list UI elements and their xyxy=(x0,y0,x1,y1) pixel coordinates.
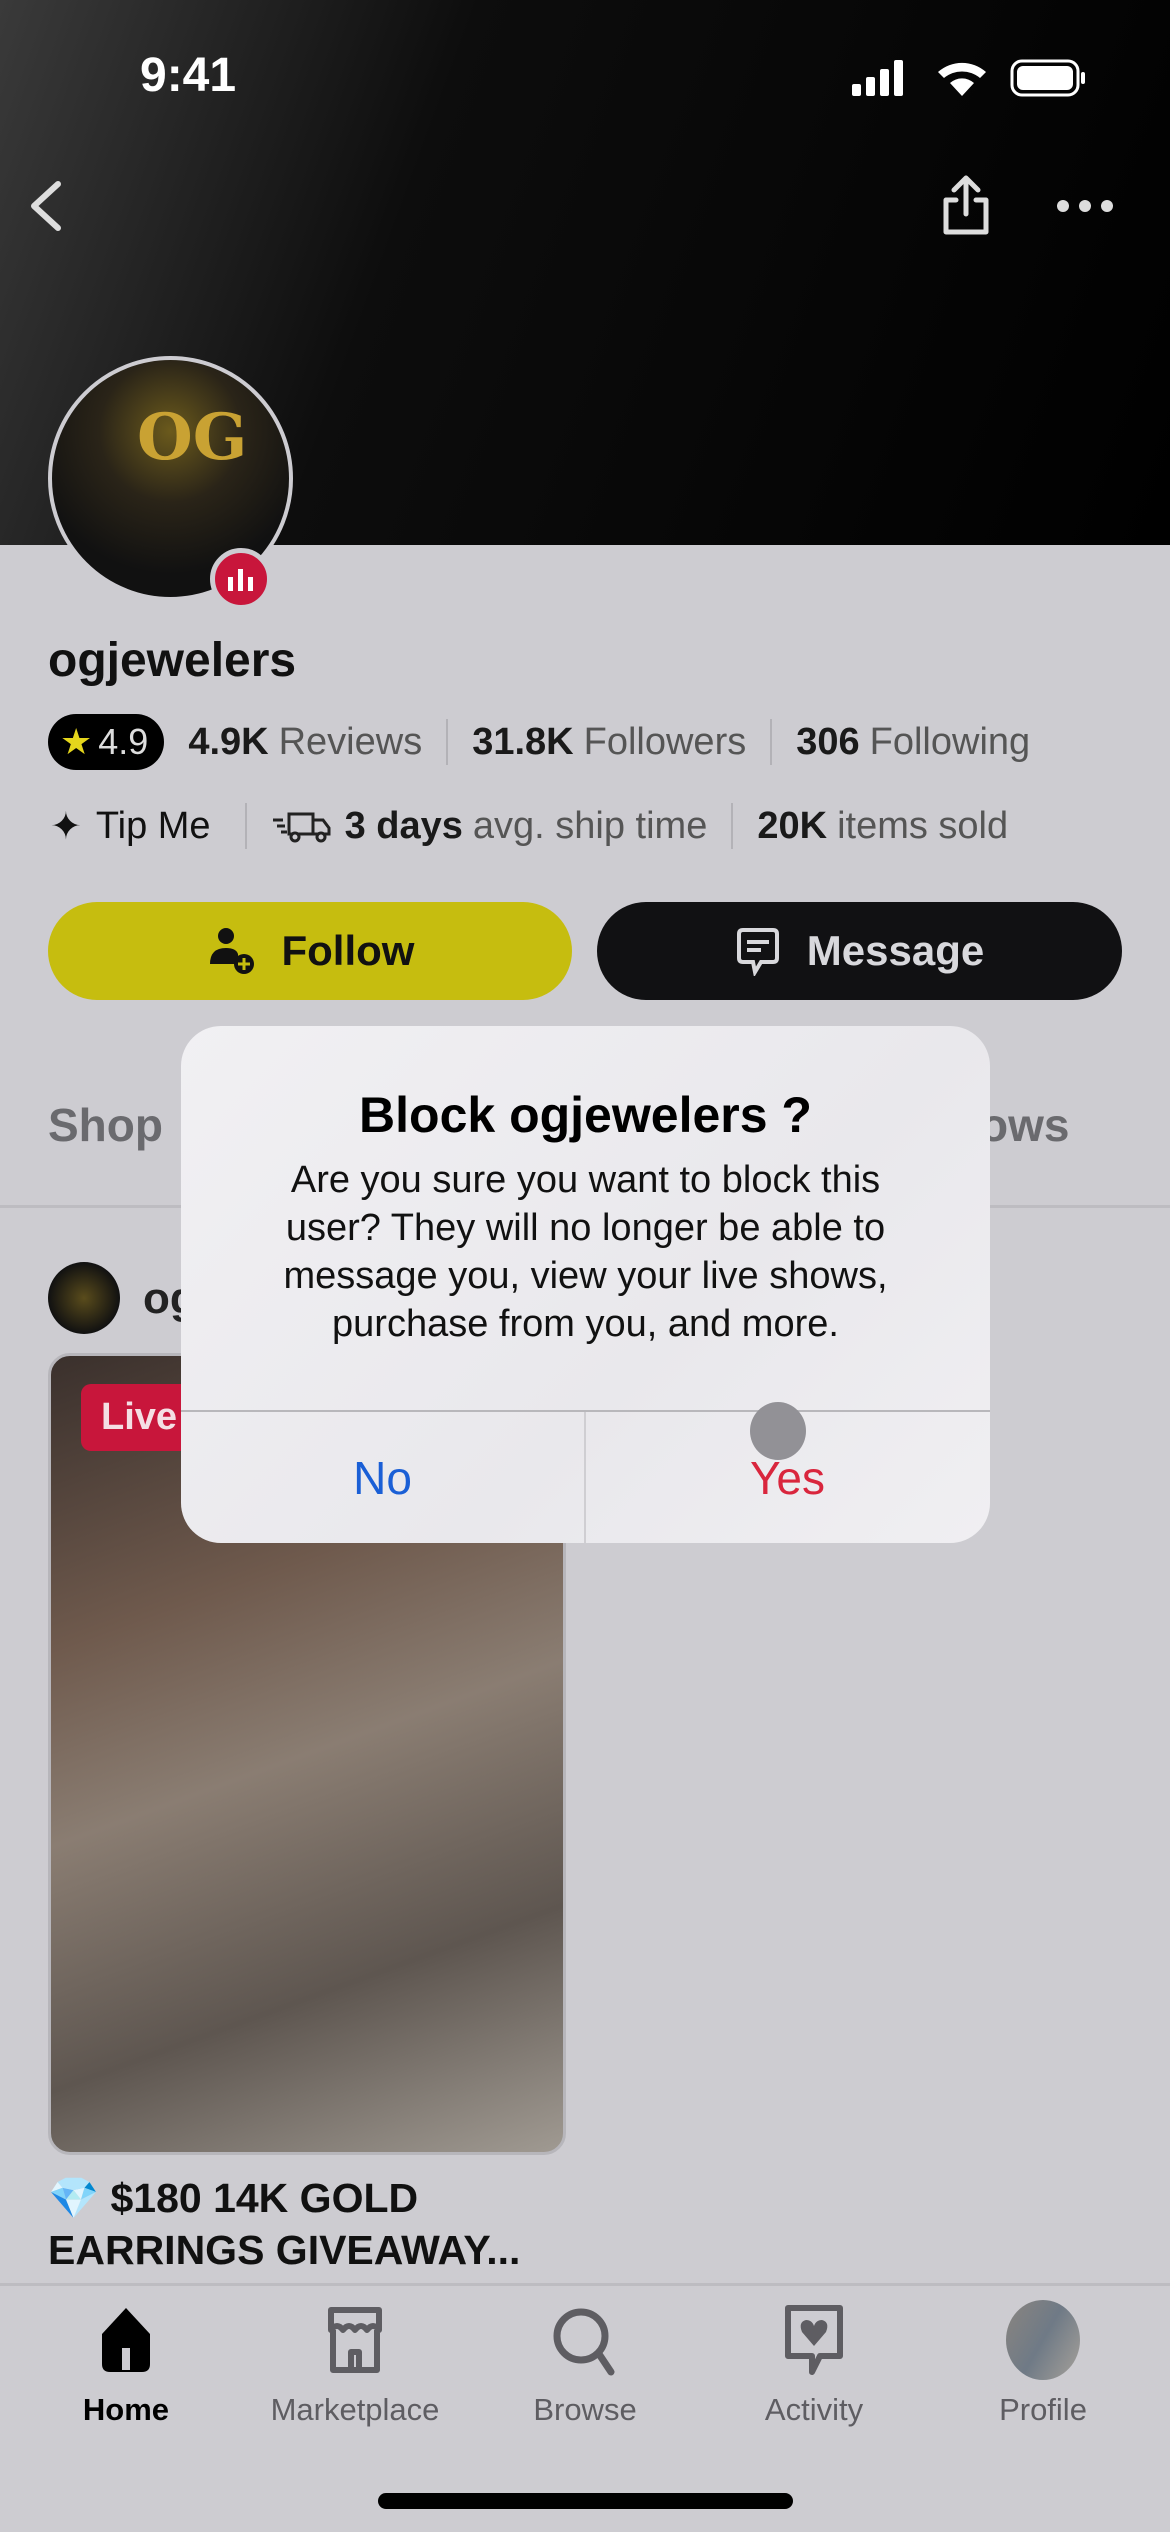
signal-icon xyxy=(852,60,903,96)
tab-shows[interactable]: ows xyxy=(980,1098,1069,1152)
touch-indicator xyxy=(750,1402,806,1460)
no-button[interactable]: No xyxy=(181,1412,584,1543)
add-user-icon xyxy=(209,928,254,974)
message-icon xyxy=(736,928,779,976)
profile-avatar-icon xyxy=(1006,2300,1080,2380)
status-icons xyxy=(852,59,1085,97)
diamond-icon: 💎 xyxy=(48,2175,100,2221)
tip-me-button[interactable]: Tip Me xyxy=(96,805,211,848)
rating-pill[interactable]: ★ 4.9 xyxy=(48,714,165,770)
following-label[interactable]: Following xyxy=(870,721,1031,764)
home-icon xyxy=(102,2308,150,2372)
dialog-message: Are you sure you want to block this user… xyxy=(283,1159,888,1345)
post-avatar[interactable] xyxy=(48,1262,120,1334)
post-title-line2: EARRINGS GIVEAWAY... xyxy=(48,2227,521,2273)
divider xyxy=(731,803,734,849)
tip-icon: ✦ xyxy=(50,805,82,848)
wifi-icon xyxy=(938,62,986,96)
info-row: ✦ Tip Me 3 days avg. ship time 20K items s… xyxy=(50,798,1008,854)
post-title-line1: $180 14K GOLD xyxy=(110,2175,419,2221)
divider xyxy=(244,803,247,849)
battery-icon xyxy=(1010,59,1085,97)
items-sold-label: items sold xyxy=(837,804,1009,847)
truck-icon xyxy=(272,812,331,843)
tab-home[interactable]: Home xyxy=(26,2300,226,2428)
star-icon: ★ xyxy=(60,721,93,762)
follow-button[interactable]: Follow xyxy=(48,902,572,1000)
username: ogjewelers xyxy=(48,634,297,687)
tab-marketplace[interactable]: Marketplace xyxy=(255,2300,455,2428)
divider xyxy=(770,719,773,765)
followers-count: 31.8K xyxy=(472,720,574,763)
follow-label: Follow xyxy=(281,927,415,974)
more-icon[interactable] xyxy=(1055,196,1115,216)
search-icon xyxy=(553,2308,615,2376)
storefront-icon xyxy=(328,2307,382,2373)
divider xyxy=(446,719,449,765)
message-button[interactable]: Message xyxy=(597,902,1122,1000)
following-count: 306 xyxy=(796,720,860,763)
ship-time-label: avg. ship time xyxy=(472,804,708,847)
tab-browse[interactable]: Browse xyxy=(485,2300,685,2428)
back-icon[interactable] xyxy=(24,178,68,234)
block-user-dialog: Block ogjewelers ? Are you sure you want… xyxy=(181,1026,990,1543)
avatar-logo: OG xyxy=(137,400,248,475)
tab-activity[interactable]: Activity xyxy=(714,2300,914,2428)
status-time: 9:41 xyxy=(140,49,237,102)
rating-value: 4.9 xyxy=(98,721,149,762)
items-sold-value: 20K xyxy=(757,804,828,847)
stats-row: ★ 4.9 4.9K Reviews 31.8K Followers 306 Follo… xyxy=(48,714,1030,770)
reviews-count: 4.9K xyxy=(188,720,269,763)
activity-heart-icon xyxy=(785,2305,843,2375)
message-label: Message xyxy=(806,927,985,974)
live-badge: Live xyxy=(81,1384,198,1451)
dialog-title: Block ogjewelers ? xyxy=(359,1087,812,1143)
tabbar-divider xyxy=(0,2283,1170,2286)
tab-label: Browse xyxy=(533,2392,637,2427)
tab-label: Profile xyxy=(999,2392,1087,2427)
followers-label[interactable]: Followers xyxy=(584,721,747,764)
share-icon[interactable] xyxy=(938,172,994,238)
post-title[interactable]: 💎 $180 14K GOLD EARRINGS GIVEAWAY... xyxy=(48,2172,520,2276)
tab-profile[interactable]: Profile xyxy=(943,2300,1143,2428)
tab-shop[interactable]: Shop xyxy=(48,1098,163,1152)
tab-label: Home xyxy=(82,2392,170,2427)
home-indicator xyxy=(378,2493,793,2509)
tab-label: Activity xyxy=(764,2392,864,2427)
reviews-label[interactable]: Reviews xyxy=(279,721,423,764)
live-indicator-badge xyxy=(210,548,272,610)
ship-time-value: 3 days xyxy=(344,804,463,847)
tab-label: Marketplace xyxy=(270,2392,440,2427)
bars-icon xyxy=(228,569,253,591)
